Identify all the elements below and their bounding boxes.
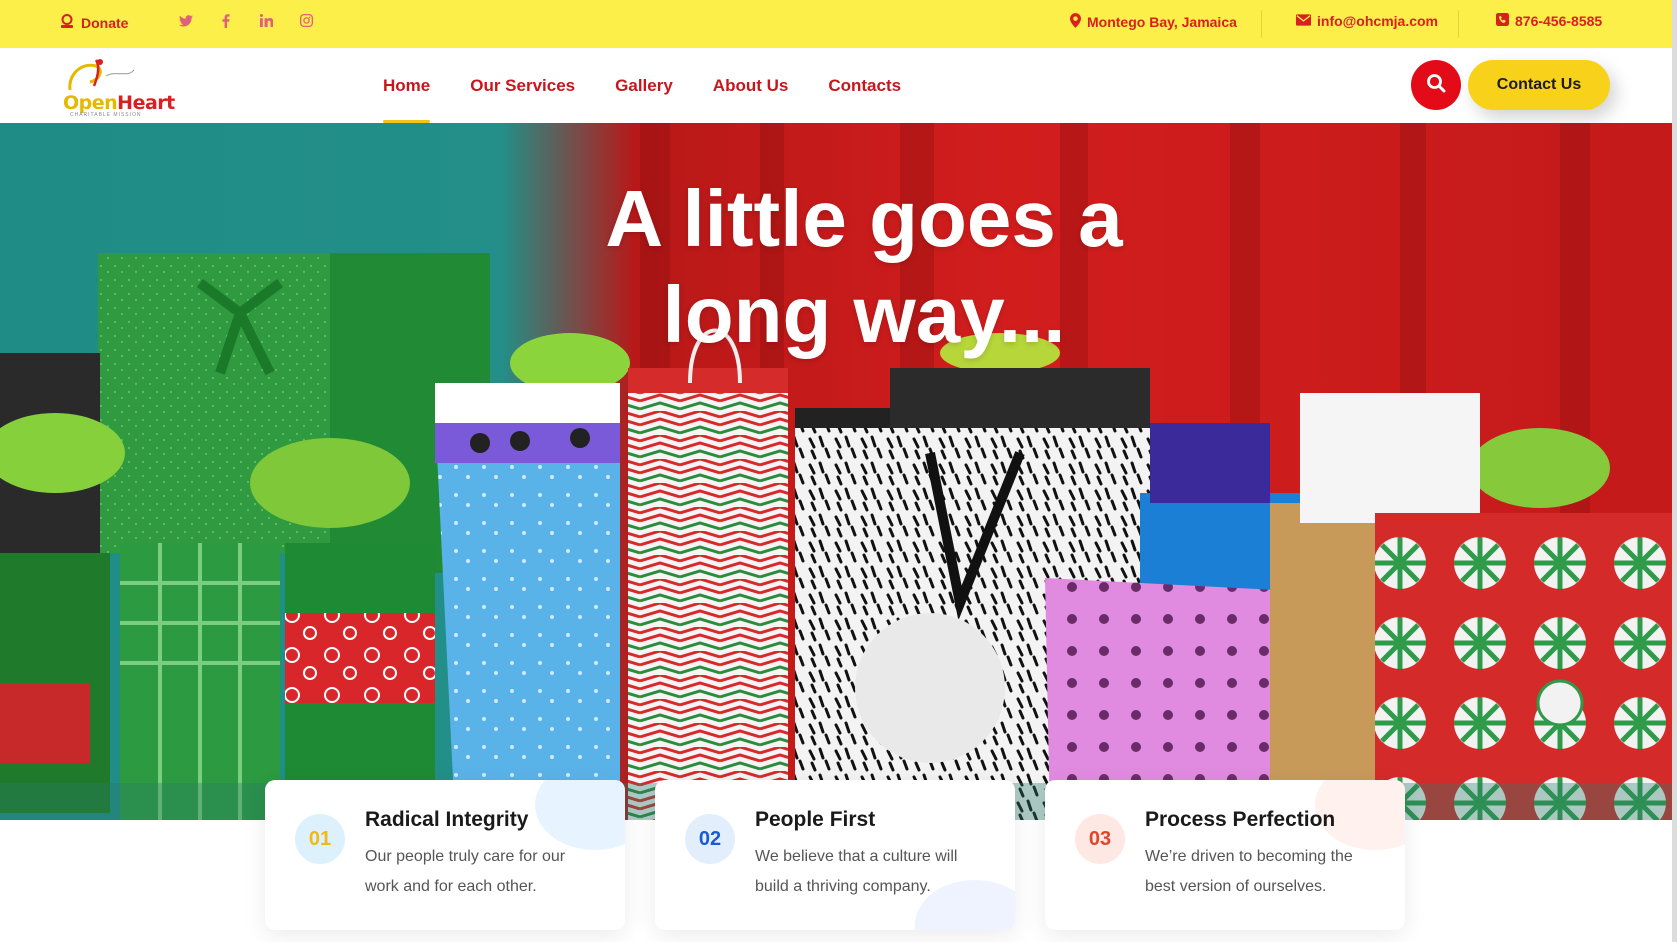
nav-contacts[interactable]: Contacts: [828, 48, 901, 123]
card-title: People First: [755, 808, 876, 831]
card-title: Process Perfection: [1145, 808, 1336, 831]
facebook-icon[interactable]: [218, 14, 234, 31]
card-number: 03: [1075, 814, 1125, 864]
card-number: 01: [295, 814, 345, 864]
phone-icon: [1496, 13, 1509, 29]
phone-info[interactable]: 876-456-8585: [1496, 13, 1602, 29]
envelope-icon: [1296, 13, 1311, 29]
location-text: Montego Bay, Jamaica: [1087, 14, 1237, 30]
logo-mark-icon: [68, 59, 135, 91]
map-pin-icon: [1070, 13, 1081, 31]
nav-home[interactable]: Home: [383, 48, 431, 123]
card-title: Radical Integrity: [365, 808, 529, 831]
top-bar: Donate Montego Bay, Jamaica info@ohcmja.…: [0, 0, 1672, 48]
email-text: info@ohcmja.com: [1317, 13, 1438, 29]
hero-title-line1: A little goes a: [605, 174, 1123, 263]
feature-card-3: 03 Process Perfection We’re driven to be…: [1045, 780, 1405, 930]
card-description: We’re driven to becoming the best version…: [1145, 848, 1353, 895]
donate-link[interactable]: Donate: [60, 14, 128, 32]
instagram-icon[interactable]: [298, 14, 314, 31]
feature-card-2: 02 People First We believe that a cultur…: [655, 780, 1015, 930]
card-number: 02: [685, 814, 735, 864]
nav-about-us[interactable]: About Us: [713, 48, 789, 123]
donate-icon: [60, 14, 74, 32]
phone-text: 876-456-8585: [1515, 13, 1603, 29]
divider: [1458, 10, 1459, 38]
main-header: OpenHeart CHARITABLE MISSION Home Our Se…: [0, 48, 1672, 123]
donate-label: Donate: [81, 15, 129, 31]
window-edge: [1672, 0, 1677, 942]
logo[interactable]: OpenHeart CHARITABLE MISSION: [60, 56, 175, 118]
linkedin-icon[interactable]: [258, 14, 274, 31]
card-description: Our people truly care for our work and fo…: [365, 848, 566, 895]
hero-title: A little goes a long way...: [0, 171, 1672, 363]
twitter-icon[interactable]: [178, 14, 194, 31]
location-info: Montego Bay, Jamaica: [1070, 13, 1237, 31]
contact-us-button[interactable]: Contact Us: [1468, 60, 1610, 110]
divider: [1261, 10, 1262, 38]
search-icon: [1426, 73, 1446, 98]
nav-gallery[interactable]: Gallery: [615, 48, 673, 123]
main-nav: Home Our Services Gallery About Us Conta…: [383, 48, 901, 123]
social-links: [178, 14, 314, 31]
logo-tagline: CHARITABLE MISSION: [70, 112, 142, 118]
logo-wordmark: OpenHeart: [63, 92, 175, 114]
email-info[interactable]: info@ohcmja.com: [1296, 13, 1438, 29]
feature-card-1: 01 Radical Integrity Our people truly ca…: [265, 780, 625, 930]
decorative-blob: [535, 780, 625, 850]
page: Donate Montego Bay, Jamaica info@ohcmja.…: [0, 0, 1672, 942]
hero-section: A little goes a long way...: [0, 123, 1672, 820]
search-button[interactable]: [1411, 60, 1461, 110]
hero-title-line2: long way...: [662, 270, 1066, 359]
nav-our-services[interactable]: Our Services: [470, 48, 575, 123]
card-description: We believe that a culture will build a th…: [755, 848, 958, 895]
